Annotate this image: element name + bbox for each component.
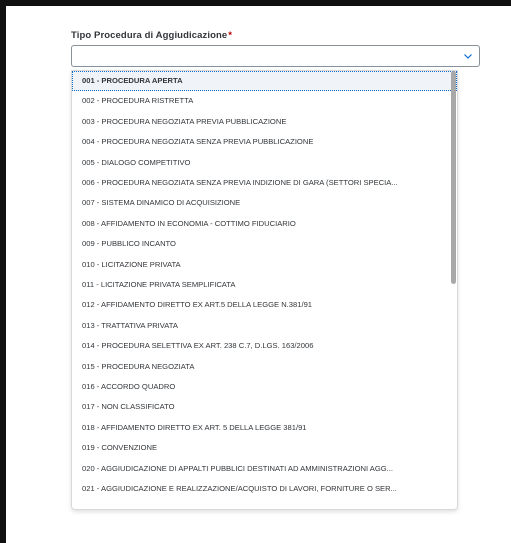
dropdown-option[interactable]: 018 - AFFIDAMENTO DIRETTO EX ART. 5 DELL… bbox=[72, 418, 457, 438]
dropdown-option[interactable]: 005 - DIALOGO COMPETITIVO bbox=[72, 153, 457, 173]
dropdown-option[interactable]: 013 - TRATTATIVA PRIVATA bbox=[72, 316, 457, 336]
dropdown-option[interactable]: 004 - PROCEDURA NEGOZIATA SENZA PREVIA P… bbox=[72, 132, 457, 152]
chevron-down-icon[interactable] bbox=[463, 51, 473, 61]
dropdown-option[interactable]: 015 - PROCEDURA NEGOZIATA bbox=[72, 357, 457, 377]
dropdown-option[interactable]: 017 - NON CLASSIFICATO bbox=[72, 397, 457, 417]
dropdown-option[interactable]: 007 - SISTEMA DINAMICO DI ACQUISIZIONE bbox=[72, 193, 457, 213]
procedure-type-select[interactable] bbox=[71, 45, 480, 67]
dropdown-option[interactable]: 009 - PUBBLICO INCANTO bbox=[72, 234, 457, 254]
dropdown-option[interactable]: 019 - CONVENZIONE bbox=[72, 438, 457, 458]
dropdown-option[interactable]: 008 - AFFIDAMENTO IN ECONOMIA - COTTIMO … bbox=[72, 214, 457, 234]
dropdown-option[interactable]: 010 - LICITAZIONE PRIVATA bbox=[72, 255, 457, 275]
dropdown-option[interactable]: 016 - ACCORDO QUADRO bbox=[72, 377, 457, 397]
dropdown-option[interactable]: 011 - LICITAZIONE PRIVATA SEMPLIFICATA bbox=[72, 275, 457, 295]
dropdown-option[interactable]: 002 - PROCEDURA RISTRETTA bbox=[72, 91, 457, 111]
dropdown-option[interactable]: 001 - PROCEDURA APERTA bbox=[72, 71, 457, 91]
list-scrollbar-thumb[interactable] bbox=[451, 71, 456, 284]
field-label: Tipo Procedura di Aggiudicazione* bbox=[71, 30, 232, 41]
dropdown-option-list: 001 - PROCEDURA APERTA 002 - PROCEDURA RI… bbox=[71, 70, 458, 510]
dropdown-option[interactable]: 021 - AGGIUDICAZIONE E REALIZZAZIONE/ACQ… bbox=[72, 479, 457, 499]
dropdown-option[interactable]: 006 - PROCEDURA NEGOZIATA SENZA PREVIA I… bbox=[72, 173, 457, 193]
dropdown-option[interactable]: 014 - PROCEDURA SELETTIVA EX ART. 238 C.… bbox=[72, 336, 457, 356]
required-marker: * bbox=[228, 30, 233, 41]
dropdown-option[interactable]: 020 - AGGIUDICAZIONE DI APPALTI PUBBLICI… bbox=[72, 459, 457, 479]
dropdown-option[interactable]: 003 - PROCEDURA NEGOZIATA PREVIA PUBBLIC… bbox=[72, 112, 457, 132]
field-label-text: Tipo Procedura di Aggiudicazione bbox=[71, 30, 228, 41]
dropdown-option[interactable]: 012 - AFFIDAMENTO DIRETTO EX ART.5 DELLA… bbox=[72, 295, 457, 315]
